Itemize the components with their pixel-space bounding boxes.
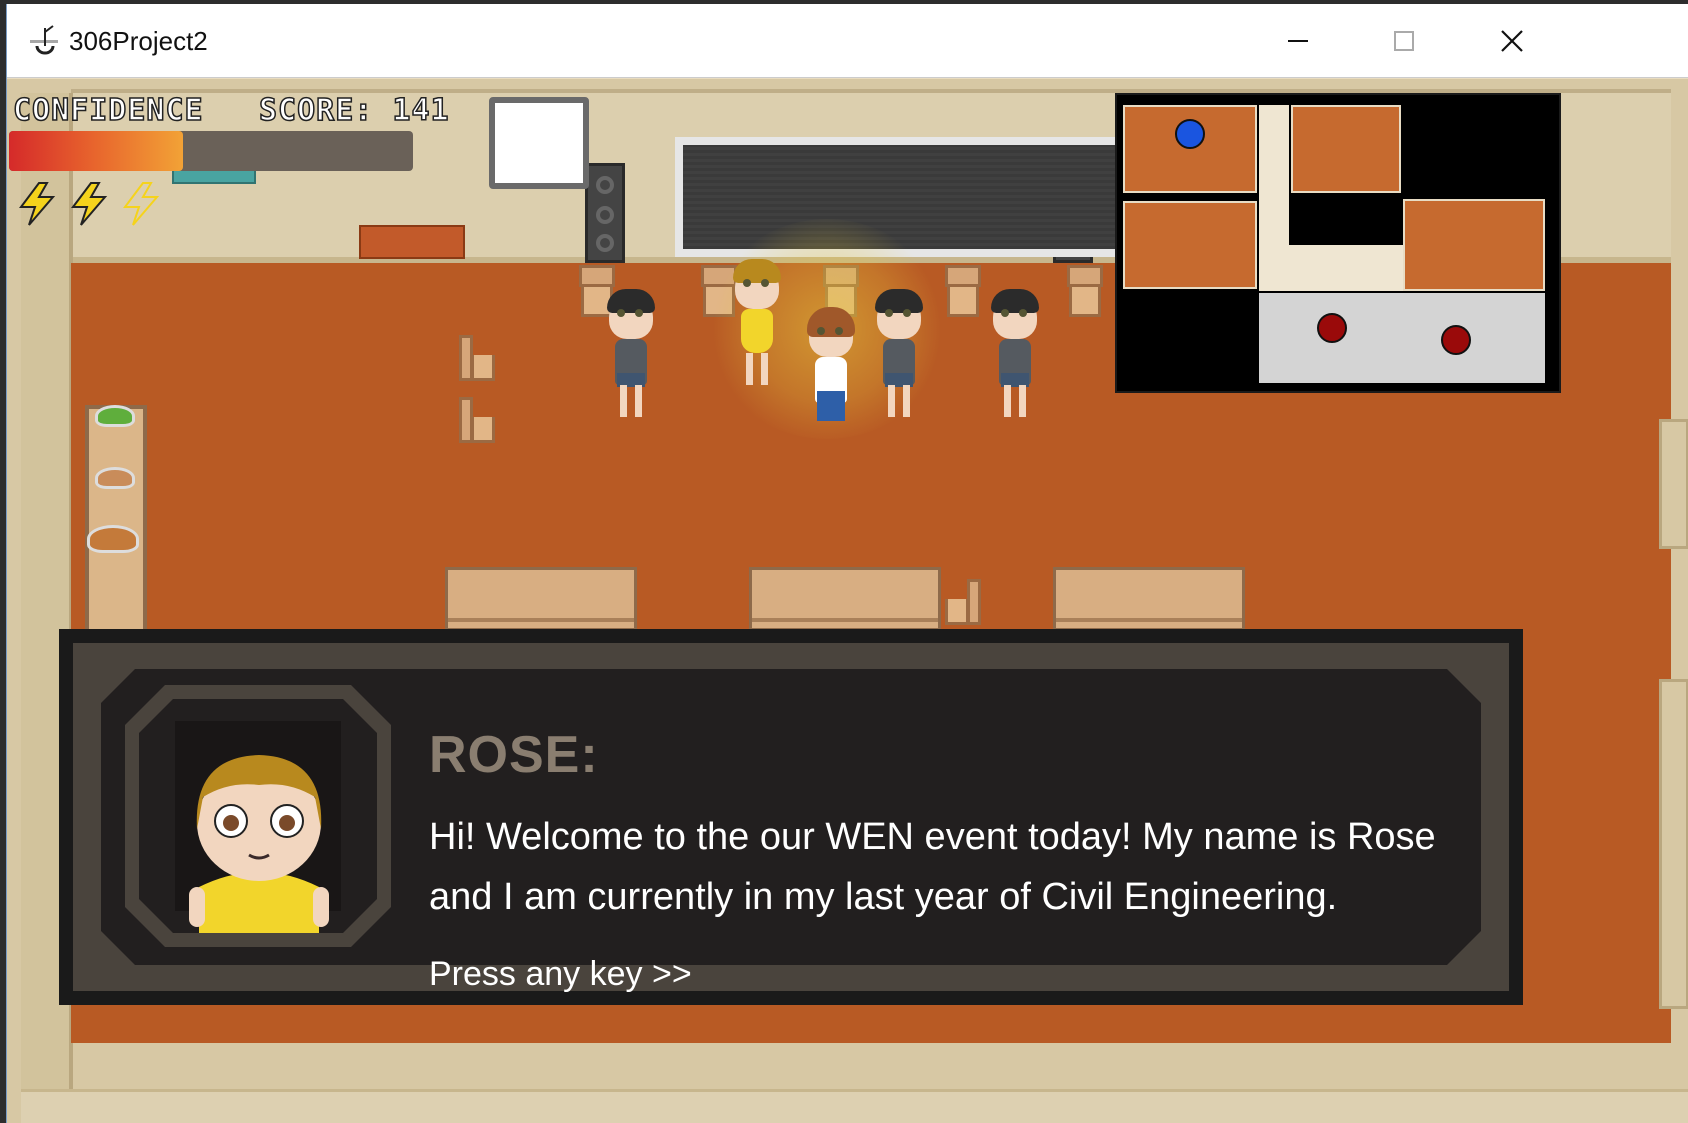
dialogue-text: Hi! Welcome to the our WEN event today! … bbox=[429, 816, 1436, 918]
minimap-room bbox=[1123, 201, 1257, 289]
table bbox=[1053, 567, 1245, 631]
minimap-npc-marker bbox=[1317, 313, 1347, 343]
bread-plate[interactable] bbox=[95, 467, 135, 489]
confidence-bar bbox=[9, 131, 413, 171]
speaker-portrait-frame bbox=[125, 685, 391, 947]
dialogue-speaker-name: ROSE: bbox=[429, 726, 599, 784]
game-window: 306Project2 CONFIDENCE SCORE: 141 ROSE: … bbox=[6, 4, 1688, 1123]
window-title: 306Project2 bbox=[69, 26, 208, 56]
roast-chicken-plate[interactable] bbox=[87, 525, 139, 553]
minimize-button[interactable] bbox=[1243, 4, 1353, 78]
minimap-lab-area bbox=[1259, 293, 1545, 383]
energy-bolt-icon bbox=[71, 182, 108, 226]
score-label: SCORE: 141 bbox=[258, 92, 450, 129]
close-button[interactable] bbox=[1457, 4, 1567, 78]
minimap-hall bbox=[1259, 245, 1403, 291]
app-logo-icon bbox=[30, 25, 58, 55]
minimap bbox=[1115, 93, 1561, 393]
salad-plate[interactable] bbox=[95, 405, 135, 427]
continue-prompt[interactable]: Press any key >> bbox=[429, 955, 692, 994]
npc-rose[interactable] bbox=[729, 259, 785, 399]
confidence-label: CONFIDENCE bbox=[12, 92, 204, 129]
dialogue-box[interactable]: ROSE: Hi! Welcome to the our WEN event t… bbox=[59, 629, 1523, 1005]
table bbox=[445, 567, 637, 631]
minimap-room bbox=[1291, 105, 1401, 193]
close-icon bbox=[1501, 30, 1523, 52]
npc-student[interactable] bbox=[603, 289, 659, 429]
confidence-bar-fill bbox=[9, 131, 183, 171]
npc-student[interactable] bbox=[871, 289, 927, 429]
npc-student[interactable] bbox=[987, 289, 1043, 429]
bottom-wall bbox=[21, 1089, 1688, 1123]
right-wall-segment bbox=[1659, 679, 1688, 1009]
speaker-left bbox=[585, 163, 625, 263]
energy-bolt-icon bbox=[19, 182, 56, 226]
wall-sign bbox=[359, 225, 465, 259]
chair bbox=[945, 579, 981, 631]
energy-bolt-empty-icon bbox=[123, 182, 160, 226]
inventory-slot[interactable] bbox=[489, 97, 589, 189]
minimap-room bbox=[1403, 199, 1545, 291]
chair bbox=[459, 397, 495, 449]
maximize-button[interactable] bbox=[1349, 4, 1459, 78]
maximize-icon bbox=[1394, 31, 1414, 51]
player-character[interactable] bbox=[803, 307, 859, 447]
title-bar[interactable]: 306Project2 bbox=[7, 4, 1688, 78]
projector-screen bbox=[675, 137, 1135, 257]
game-viewport[interactable]: CONFIDENCE SCORE: 141 ROSE: Hi! Welcome … bbox=[7, 79, 1688, 1123]
chair bbox=[459, 335, 495, 387]
rose-portrait bbox=[169, 737, 349, 933]
minimap-npc-marker bbox=[1441, 325, 1471, 355]
chair bbox=[1067, 265, 1103, 317]
table bbox=[749, 567, 941, 631]
minimap-player-marker bbox=[1175, 119, 1205, 149]
right-wall-segment bbox=[1659, 419, 1688, 549]
minimize-icon bbox=[1288, 40, 1308, 42]
chair bbox=[945, 265, 981, 317]
